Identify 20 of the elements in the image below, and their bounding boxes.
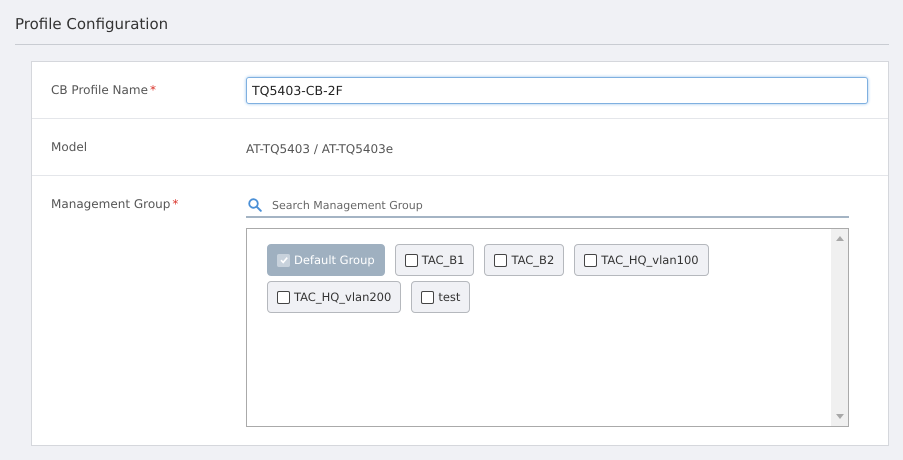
group-toggle[interactable]: TAC_B1 — [394, 244, 474, 276]
group-toggle[interactable]: TAC_HQ_vlan200 — [267, 281, 402, 313]
checkbox[interactable] — [494, 254, 508, 266]
checkmark-icon — [278, 255, 288, 265]
checkbox[interactable] — [584, 254, 598, 266]
checkbox[interactable] — [277, 290, 290, 304]
field-label: Model — [51, 140, 88, 154]
profile-name-input[interactable]: TQ5403-CB-2F — [246, 76, 868, 104]
search-icon — [248, 198, 262, 212]
group-toggle[interactable]: TAC_B2 — [484, 244, 564, 276]
field-label: CB Profile Name — [51, 83, 148, 97]
checkbox[interactable] — [404, 254, 418, 266]
field-label: Management Group — [51, 197, 170, 211]
group-toggle[interactable]: TAC_HQ_vlan100 — [574, 244, 709, 276]
model-value: AT-TQ5403 / AT-TQ5403e — [246, 142, 394, 156]
checkbox[interactable] — [421, 290, 434, 304]
required-mark: * — [150, 83, 156, 97]
group-toggle[interactable]: test — [411, 281, 470, 313]
required-mark: * — [172, 197, 178, 211]
page-title: Profile Configuration — [15, 0, 889, 45]
